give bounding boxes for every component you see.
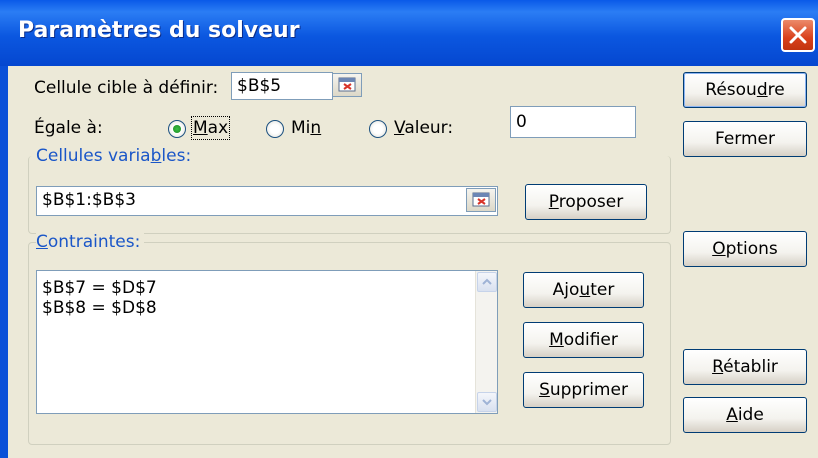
close-dialog-button-label: Fermer <box>714 129 775 149</box>
scroll-down-button[interactable] <box>477 392 497 412</box>
radio-value-mnemonic: V <box>394 118 405 138</box>
help-button-post: ide <box>737 405 764 425</box>
window-frame-left <box>0 66 8 458</box>
radio-min-label[interactable]: Min <box>291 118 321 138</box>
constraints-list[interactable]: $B$7 = $D$7 $B$8 = $D$8 <box>36 270 498 414</box>
close-button[interactable] <box>781 18 815 52</box>
guess-button-post: roposer <box>558 192 624 212</box>
reset-button-mnemonic: R <box>712 357 724 377</box>
scroll-up-button[interactable] <box>477 272 497 292</box>
constraints-label-post: ontraintes: <box>47 232 141 252</box>
variable-cells-collapse-button[interactable] <box>466 188 496 212</box>
radio-max-label-post: ax <box>207 118 229 138</box>
radio-max[interactable] <box>168 120 186 138</box>
delete-button[interactable]: Supprimer <box>523 372 644 408</box>
radio-max-label[interactable]: Max <box>190 116 231 140</box>
constraint-item[interactable]: $B$7 = $D$7 <box>37 278 497 298</box>
help-button[interactable]: Aide <box>683 397 807 433</box>
variable-cells-input[interactable]: $B$1:$B$3 <box>36 186 498 216</box>
solve-button[interactable]: Résoudre <box>683 72 807 108</box>
delete-button-post: upprimer <box>549 380 628 400</box>
chevron-up-icon <box>482 278 492 285</box>
options-button-mnemonic: O <box>712 239 726 259</box>
delete-button-mnemonic: S <box>539 380 550 400</box>
modify-button-mnemonic: M <box>549 330 564 350</box>
help-button-mnemonic: A <box>726 405 738 425</box>
solve-button-pre: Résou <box>705 80 757 100</box>
radio-value[interactable] <box>369 120 387 138</box>
constraints-label: Contraintes: <box>36 232 145 252</box>
chevron-down-icon <box>482 399 492 406</box>
options-button-post: ptions <box>725 239 778 259</box>
modify-button-post: odifier <box>563 330 618 350</box>
options-button[interactable]: Options <box>683 231 807 267</box>
constraints-list-items: $B$7 = $D$7 $B$8 = $D$8 <box>37 271 497 318</box>
variable-cells-label-pre: Cellules varia <box>36 146 151 166</box>
collapse-dialog-icon <box>338 77 356 92</box>
modify-button[interactable]: Modifier <box>523 322 644 358</box>
add-button-pre: Ajo <box>552 280 580 300</box>
variable-cells-label-post: les: <box>161 146 192 166</box>
target-cell-label: Cellule cible à définir: <box>34 78 219 98</box>
add-button-mnemonic: u <box>579 280 591 300</box>
variable-cells-label: Cellules variables: <box>36 146 191 166</box>
radio-min-mnemonic: n <box>310 118 322 138</box>
radio-min-label-pre: Mi <box>291 118 311 138</box>
constraints-mnemonic: C <box>36 232 48 252</box>
collapse-dialog-icon <box>472 192 490 207</box>
radio-value-label[interactable]: Valeur: <box>394 118 453 138</box>
target-cell-collapse-button[interactable] <box>332 73 362 97</box>
radio-value-label-post: aleur: <box>404 118 454 138</box>
constraint-item[interactable]: $B$8 = $D$8 <box>37 298 497 318</box>
close-dialog-button[interactable]: Fermer <box>683 121 807 157</box>
title-bar[interactable]: Paramètres du solveur <box>0 0 818 66</box>
constraints-scrollbar[interactable] <box>475 271 497 413</box>
dialog-body: Cellule cible à définir: $B$5 Égale à: M… <box>8 66 818 458</box>
variable-cells-mnemonic: b <box>150 146 162 166</box>
guess-button[interactable]: Proposer <box>525 184 647 220</box>
radio-min[interactable] <box>266 120 284 138</box>
solve-button-mnemonic: d <box>756 80 768 100</box>
radio-selected-dot <box>173 125 181 133</box>
guess-button-mnemonic: P <box>548 192 559 212</box>
radio-max-mnemonic: M <box>193 118 208 138</box>
value-input[interactable]: 0 <box>510 106 636 138</box>
solver-dialog: Paramètres du solveur Cellule cible à dé… <box>0 0 818 458</box>
window-title: Paramètres du solveur <box>18 18 300 43</box>
add-button-post: ter <box>590 280 615 300</box>
equal-to-label: Égale à: <box>34 118 103 138</box>
reset-button[interactable]: Rétablir <box>683 349 807 385</box>
target-cell-input[interactable]: $B$5 <box>231 72 333 100</box>
close-x-icon <box>789 26 807 44</box>
add-button[interactable]: Ajouter <box>523 272 644 308</box>
solve-button-post: re <box>767 80 785 100</box>
reset-button-post: établir <box>723 357 778 377</box>
